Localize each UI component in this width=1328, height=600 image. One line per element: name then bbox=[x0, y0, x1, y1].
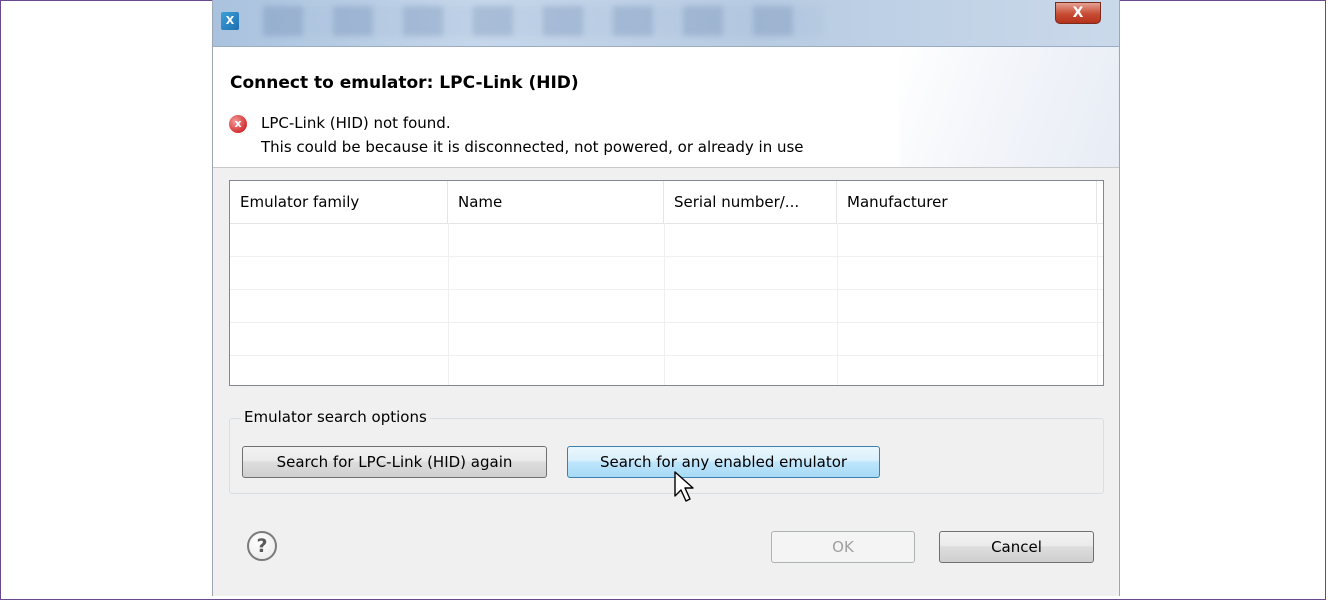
column-header-serial-number[interactable]: Serial number/... bbox=[664, 181, 837, 223]
search-any-emulator-button[interactable]: Search for any enabled emulator bbox=[567, 446, 880, 478]
table-header: Emulator family Name Serial number/... M… bbox=[230, 181, 1103, 224]
error-message: LPC-Link (HID) not found. bbox=[261, 114, 451, 132]
table-row[interactable] bbox=[230, 223, 1103, 257]
close-button[interactable]: X bbox=[1055, 2, 1101, 24]
mouse-cursor-icon bbox=[674, 471, 694, 502]
column-header-manufacturer[interactable]: Manufacturer bbox=[837, 181, 1097, 223]
title-bar[interactable]: X X bbox=[213, 0, 1119, 47]
error-x-icon: x bbox=[229, 115, 247, 133]
cancel-button[interactable]: Cancel bbox=[939, 531, 1094, 563]
search-options-label: Emulator search options bbox=[241, 408, 430, 426]
app-icon: X bbox=[221, 12, 239, 30]
error-detail: This could be because it is disconnected… bbox=[261, 138, 804, 156]
table-row[interactable] bbox=[230, 355, 1103, 389]
search-again-button[interactable]: Search for LPC-Link (HID) again bbox=[242, 446, 547, 478]
ok-button[interactable]: OK bbox=[771, 531, 915, 563]
dialog-header: Connect to emulator: LPC-Link (HID) x LP… bbox=[213, 47, 1119, 168]
table-row[interactable] bbox=[230, 289, 1103, 323]
table-row[interactable] bbox=[230, 256, 1103, 290]
blurred-background bbox=[263, 6, 823, 36]
help-icon[interactable]: ? bbox=[247, 531, 277, 561]
dialog-title: Connect to emulator: LPC-Link (HID) bbox=[230, 73, 579, 93]
header-decoration bbox=[899, 47, 1119, 167]
column-header-emulator-family[interactable]: Emulator family bbox=[230, 181, 448, 223]
emulator-table[interactable]: Emulator family Name Serial number/... M… bbox=[229, 180, 1104, 389]
connect-emulator-dialog: X X Connect to emulator: LPC-Link (HID) … bbox=[212, 0, 1120, 596]
table-row[interactable] bbox=[230, 322, 1103, 356]
column-header-name[interactable]: Name bbox=[448, 181, 664, 223]
